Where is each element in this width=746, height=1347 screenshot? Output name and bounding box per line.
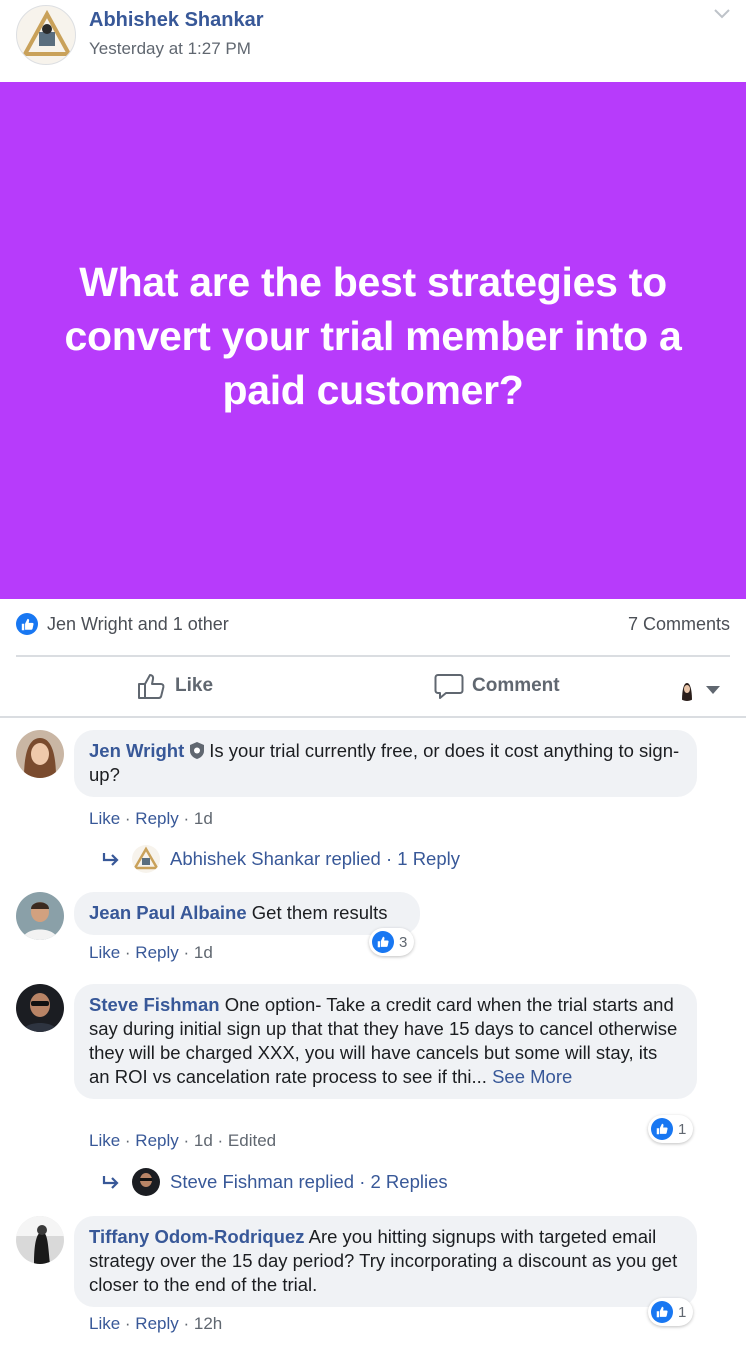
comment-text: Get them results	[251, 902, 388, 923]
reaction-count: 3	[399, 933, 408, 951]
action-bar: Like Comment	[0, 658, 746, 716]
reply-arrow-icon	[102, 1176, 119, 1189]
banner-text: What are the best strategies to convert …	[64, 258, 682, 413]
comment-bubble: Tiffany Odom-Rodriquez Are you hitting s…	[74, 1216, 697, 1307]
comments-count[interactable]: 7 Comments	[628, 614, 730, 635]
comment-icon	[434, 674, 464, 699]
replier-avatar	[132, 845, 160, 873]
comment-reply-link[interactable]: Reply	[135, 943, 178, 962]
commenter-avatar[interactable]	[16, 730, 64, 778]
commenter-name[interactable]: Steve Fishman	[89, 994, 220, 1015]
commenter-name[interactable]: Jen Wright	[89, 740, 184, 761]
comment-edited-label[interactable]: Edited	[228, 1131, 276, 1150]
viewer-avatar	[676, 679, 698, 701]
comment-bubble: Jen Wright Is your trial currently free, …	[74, 730, 697, 797]
comment-bubble: Jean Paul Albaine Get them results	[74, 892, 420, 935]
commenter-avatar[interactable]	[16, 892, 64, 940]
author-avatar[interactable]	[16, 5, 76, 65]
replies-summary[interactable]: Abhishek Shankar replied · 1 Reply	[100, 845, 460, 873]
like-reaction-icon	[372, 931, 394, 953]
comment-reply-link[interactable]: Reply	[135, 809, 178, 828]
comment-like-link[interactable]: Like	[89, 1131, 120, 1150]
like-button-label: Like	[175, 675, 214, 696]
reactors-text[interactable]: Jen Wright and 1 other	[47, 614, 229, 635]
comment-reply-link[interactable]: Reply	[135, 1131, 178, 1150]
author-name[interactable]: Abhishek Shankar	[89, 9, 264, 32]
comment-bubble: Steve Fishman One option- Take a credit …	[74, 984, 697, 1099]
reaction-count: 1	[678, 1303, 687, 1321]
comment-like-link[interactable]: Like	[89, 809, 120, 828]
replies-summary-text: Abhishek Shankar replied · 1 Reply	[170, 848, 460, 869]
comment-button-label: Comment	[472, 675, 560, 696]
commenter-avatar[interactable]	[16, 1216, 64, 1264]
reactions-summary: Jen Wright and 1 other 7 Comments	[0, 606, 746, 642]
chevron-down-icon[interactable]	[712, 6, 732, 22]
comment-like-link[interactable]: Like	[89, 1314, 120, 1333]
comment-age[interactable]: 1d	[194, 943, 213, 962]
thumbs-up-icon	[138, 674, 165, 699]
commenter-avatar[interactable]	[16, 984, 64, 1032]
replies-summary[interactable]: Steve Fishman replied · 2 Replies	[100, 1168, 448, 1196]
like-reaction-icon	[16, 613, 38, 635]
reaction-count-pill[interactable]: 1	[648, 1115, 694, 1143]
reaction-count-pill[interactable]: 1	[648, 1298, 694, 1326]
commenter-name[interactable]: Tiffany Odom-Rodriquez	[89, 1226, 305, 1247]
reply-arrow-icon	[102, 853, 119, 866]
like-button[interactable]: Like	[137, 670, 213, 702]
post-banner: What are the best strategies to convert …	[0, 82, 746, 599]
post-as-selector[interactable]	[676, 674, 720, 706]
comment-reply-link[interactable]: Reply	[135, 1314, 178, 1333]
divider	[16, 655, 730, 657]
comment-age[interactable]: 1d	[194, 809, 213, 828]
verified-badge-icon	[190, 742, 205, 759]
reaction-count: 1	[678, 1120, 687, 1138]
divider	[0, 716, 746, 718]
post-header: Abhishek Shankar Yesterday at 1:27 PM	[0, 0, 746, 82]
comment-age[interactable]: 12h	[194, 1314, 222, 1333]
comment-meta: Like · Reply · 1d · Edited	[89, 1131, 277, 1150]
comment-button[interactable]: Comment	[434, 670, 560, 702]
commenter-name[interactable]: Jean Paul Albaine	[89, 902, 247, 923]
replier-avatar	[132, 1168, 160, 1196]
comment-like-link[interactable]: Like	[89, 943, 120, 962]
comment-meta: Like · Reply · 1d	[89, 943, 213, 962]
reaction-count-pill[interactable]: 3	[369, 928, 415, 956]
like-reaction-icon	[651, 1118, 673, 1140]
replies-summary-text: Steve Fishman replied · 2 Replies	[170, 1171, 448, 1192]
caret-down-icon	[706, 686, 720, 694]
comment-meta: Like · Reply · 1d	[89, 809, 213, 828]
like-reaction-icon	[651, 1301, 673, 1323]
see-more-link[interactable]: See More	[492, 1066, 572, 1087]
comment-meta: Like · Reply · 12h	[89, 1314, 223, 1333]
post-timestamp[interactable]: Yesterday at 1:27 PM	[89, 39, 251, 59]
comment-age[interactable]: 1d	[194, 1131, 213, 1150]
